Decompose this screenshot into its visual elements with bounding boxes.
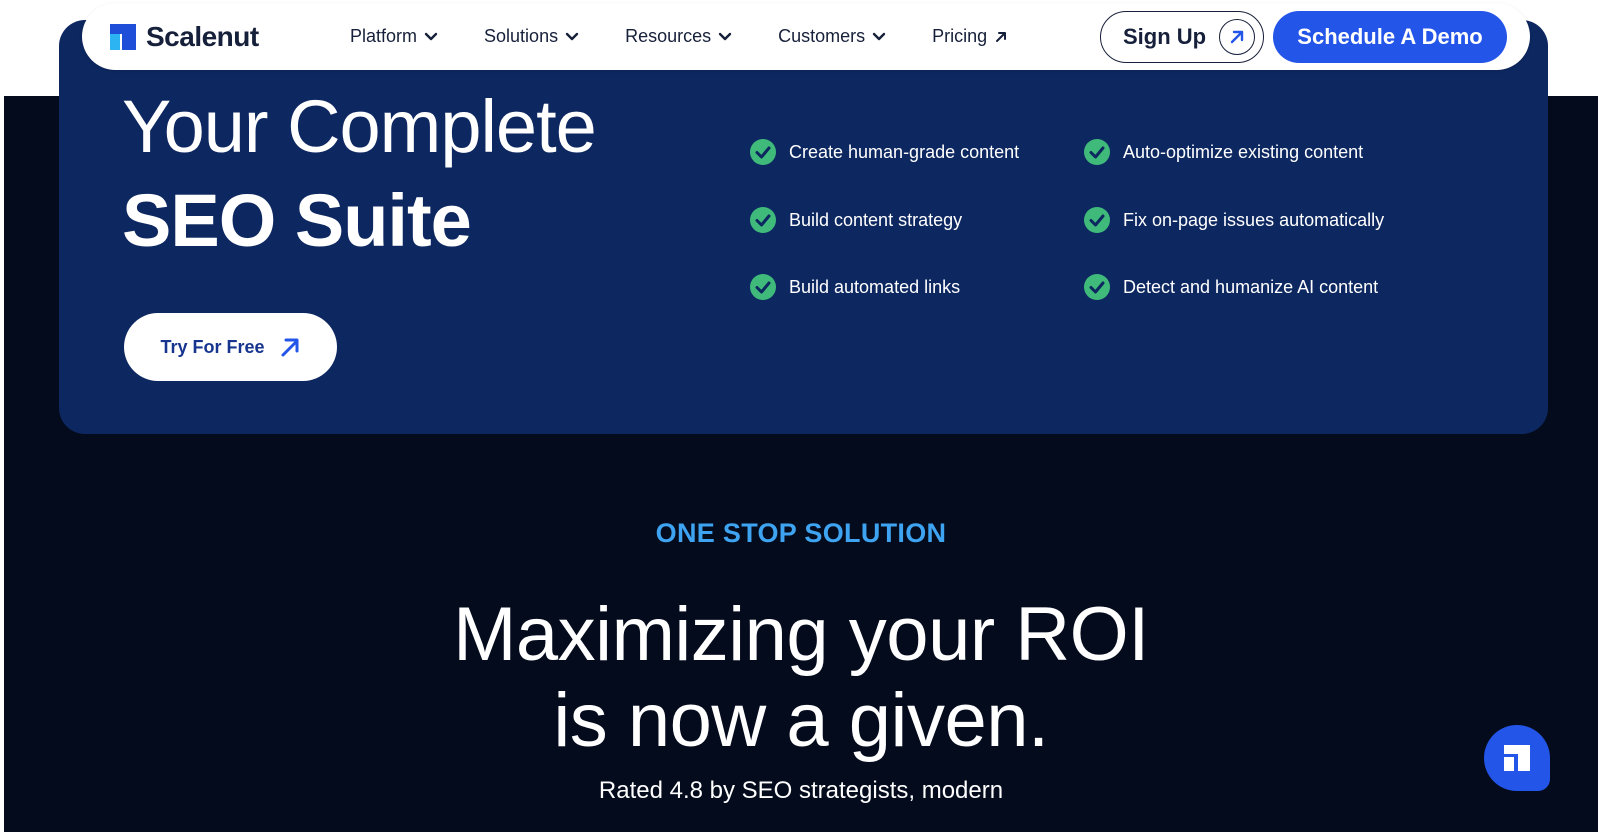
chat-widget-button[interactable] bbox=[1484, 725, 1550, 791]
sign-up-button[interactable]: Sign Up bbox=[1100, 11, 1264, 63]
try-for-free-label: Try For Free bbox=[160, 336, 265, 357]
check-circle-icon bbox=[750, 274, 776, 300]
page: Scalenut Platform Solutions Resources Cu… bbox=[4, 0, 1598, 832]
feature-text: Build automated links bbox=[789, 276, 961, 297]
nav-item-platform[interactable]: Platform bbox=[350, 26, 438, 47]
scalenut-logo-icon bbox=[110, 24, 136, 50]
nav-item-customers[interactable]: Customers bbox=[778, 26, 886, 47]
nav-item-resources[interactable]: Resources bbox=[625, 26, 732, 47]
scalenut-logo-icon bbox=[1504, 745, 1530, 771]
logo[interactable]: Scalenut bbox=[110, 21, 259, 53]
hero-title-line-1: Your Complete bbox=[122, 85, 597, 168]
check-circle-icon bbox=[750, 207, 776, 233]
feature-list: Create human-grade content Auto-optimize… bbox=[749, 138, 1449, 308]
feature-item: Build content strategy bbox=[749, 206, 962, 234]
feature-item: Create human-grade content bbox=[749, 138, 1019, 166]
feature-text: Auto-optimize existing content bbox=[1123, 141, 1364, 162]
logo-text: Scalenut bbox=[146, 21, 259, 52]
section-heading: Maximizing your ROI is now a given. bbox=[4, 592, 1598, 764]
section-eyebrow: ONE STOP SOLUTION bbox=[655, 518, 947, 548]
chevron-down-icon bbox=[565, 32, 579, 40]
chevron-down-icon bbox=[872, 32, 886, 40]
chevron-down-icon bbox=[718, 32, 732, 40]
chevron-down-icon bbox=[424, 32, 438, 40]
nav-menu: Platform Solutions Resources Customers P… bbox=[350, 3, 1054, 70]
feature-text: Detect and humanize AI content bbox=[1123, 276, 1379, 297]
navbar: Scalenut Platform Solutions Resources Cu… bbox=[82, 3, 1530, 70]
hero-title-line-2: SEO Suite bbox=[122, 179, 472, 262]
check-circle-icon bbox=[1084, 207, 1110, 233]
feature-text: Build content strategy bbox=[789, 209, 963, 230]
check-circle-icon bbox=[1084, 139, 1110, 165]
nav-item-pricing[interactable]: Pricing bbox=[932, 26, 1008, 47]
arrow-up-right-icon bbox=[996, 31, 1007, 42]
feature-item: Fix on-page issues automatically bbox=[1083, 206, 1384, 234]
try-for-free-button[interactable]: Try For Free bbox=[124, 313, 337, 381]
feature-item: Detect and humanize AI content bbox=[1083, 273, 1378, 301]
nav-item-label: Pricing bbox=[932, 26, 988, 46]
nav-item-label: Customers bbox=[778, 26, 866, 46]
check-circle-icon bbox=[1084, 274, 1110, 300]
nav-item-label: Solutions bbox=[484, 26, 559, 46]
feature-text: Create human-grade content bbox=[789, 141, 1020, 162]
nav-item-label: Platform bbox=[350, 26, 418, 46]
nav-item-solutions[interactable]: Solutions bbox=[484, 26, 579, 47]
section-subtext: Rated 4.8 by SEO strategists, modern bbox=[598, 777, 1004, 804]
feature-item: Auto-optimize existing content bbox=[1083, 138, 1363, 166]
section-heading-line-1: Maximizing your ROI bbox=[453, 592, 1149, 677]
arrow-up-right-icon bbox=[1219, 19, 1255, 55]
feature-item: Build automated links bbox=[749, 273, 960, 301]
schedule-demo-button[interactable]: Schedule A Demo bbox=[1273, 11, 1507, 63]
check-circle-icon bbox=[750, 139, 776, 165]
arrow-up-right-icon bbox=[281, 338, 299, 357]
sign-up-label: Sign Up bbox=[1123, 24, 1207, 49]
nav-item-label: Resources bbox=[625, 26, 712, 46]
feature-text: Fix on-page issues automatically bbox=[1123, 209, 1385, 230]
section-heading-line-2: is now a given. bbox=[553, 678, 1049, 763]
